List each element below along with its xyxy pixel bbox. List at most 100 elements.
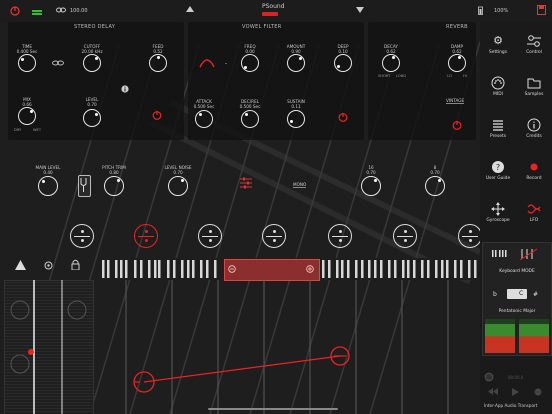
sidebar-item-label: Control bbox=[526, 50, 542, 55]
sidebar-item-label: Gyroscope bbox=[486, 218, 510, 223]
chord-pad[interactable] bbox=[198, 224, 222, 248]
level-value: 0.70 bbox=[87, 102, 97, 107]
sidebar-item-credits[interactable]: Credits bbox=[516, 118, 552, 139]
battery-icon bbox=[478, 6, 483, 15]
sidebar-item-label: User Guide bbox=[485, 176, 511, 181]
sidebar-item-gyroscope[interactable]: Gyroscope bbox=[480, 202, 516, 223]
chord-pad[interactable] bbox=[70, 224, 94, 248]
vintage-button[interactable]: VINTAGE bbox=[446, 98, 465, 104]
deep-knob[interactable] bbox=[334, 54, 352, 72]
sidebar-item-label: Credits bbox=[526, 134, 542, 139]
signal-icon[interactable] bbox=[32, 10, 42, 16]
string-zone[interactable] bbox=[96, 280, 480, 414]
sidebar-item-label: Settings bbox=[488, 50, 507, 55]
wave-icon bbox=[527, 204, 541, 214]
time-knob[interactable] bbox=[18, 54, 36, 72]
record-transport-icon[interactable] bbox=[534, 388, 542, 396]
osc8-knob[interactable] bbox=[425, 176, 445, 196]
panel-title: REVERB bbox=[446, 24, 468, 30]
power-icon[interactable] bbox=[338, 112, 348, 122]
pitch-trim-knob[interactable] bbox=[104, 176, 124, 196]
osc16-knob[interactable] bbox=[361, 176, 381, 196]
xy-pad-cursor bbox=[10, 280, 87, 414]
info-icon[interactable] bbox=[121, 85, 129, 93]
link-icon[interactable] bbox=[52, 60, 64, 66]
home-indicator bbox=[208, 408, 338, 410]
decrel-knob[interactable] bbox=[241, 110, 259, 128]
decay-min: SHORT bbox=[378, 74, 391, 78]
sidebar-item-settings[interactable]: ⚙ Settings bbox=[480, 34, 516, 55]
mix-knob[interactable] bbox=[18, 107, 36, 125]
keyboard-icon[interactable] bbox=[491, 249, 511, 259]
noise-knob[interactable] bbox=[168, 176, 188, 196]
play-icon[interactable] bbox=[512, 388, 519, 396]
panel-title: STEREO DELAY bbox=[74, 24, 116, 30]
freq-knob[interactable] bbox=[241, 54, 259, 72]
pitch-bend-icon[interactable] bbox=[519, 247, 539, 261]
level-knob[interactable] bbox=[83, 109, 101, 127]
link-icon[interactable] bbox=[56, 7, 66, 13]
sidebar-item-midi[interactable]: MIDI bbox=[480, 76, 516, 97]
toggle-icon[interactable] bbox=[10, 6, 20, 16]
sidebar-item-record[interactable]: Record bbox=[516, 160, 552, 181]
flat-button[interactable]: b bbox=[493, 291, 497, 298]
power-icon[interactable] bbox=[452, 120, 462, 130]
triangle-icon[interactable] bbox=[15, 260, 26, 270]
range-minus-icon[interactable] bbox=[228, 265, 236, 273]
main-level-value: 0.40 bbox=[43, 170, 53, 175]
damp-max: HI bbox=[463, 74, 467, 78]
power-icon[interactable] bbox=[152, 110, 162, 120]
app-title: PSound bbox=[262, 3, 285, 10]
top-bar: 100.00 PSound 100% bbox=[0, 0, 552, 23]
glide-line bbox=[143, 355, 341, 383]
amount-knob[interactable] bbox=[287, 54, 305, 72]
damp-knob[interactable] bbox=[448, 54, 466, 72]
sharp-button[interactable]: # bbox=[533, 291, 538, 298]
mixer-icon[interactable] bbox=[240, 177, 252, 189]
decrel-value: 0.500 Sec bbox=[239, 104, 261, 109]
cutoff-knob[interactable] bbox=[83, 54, 101, 72]
filter-dash: - bbox=[225, 60, 228, 67]
sidebar-item-label: Record bbox=[526, 176, 542, 181]
feed-knob[interactable] bbox=[149, 54, 167, 72]
mono-button[interactable]: MONO bbox=[293, 182, 307, 188]
level-meter-right bbox=[519, 319, 549, 353]
root-note-selector[interactable] bbox=[507, 289, 527, 299]
chord-pad[interactable] bbox=[328, 224, 352, 248]
attack-knob[interactable] bbox=[195, 110, 213, 128]
sustain-knob[interactable] bbox=[287, 110, 305, 128]
range-plus-icon[interactable] bbox=[306, 265, 314, 273]
record-icon bbox=[530, 163, 538, 171]
svg-text:?: ? bbox=[496, 163, 500, 172]
sidebar-item-label: MIDI bbox=[493, 92, 503, 97]
arrow-up-icon[interactable] bbox=[186, 6, 194, 12]
tuning-fork-icon bbox=[80, 178, 87, 192]
sidebar-item-control[interactable]: Control bbox=[516, 34, 552, 55]
gear-icon: ⚙ bbox=[493, 34, 503, 47]
keyboard-mode-title: Keyboard MODE bbox=[499, 269, 535, 274]
save-icon[interactable] bbox=[537, 5, 546, 15]
sliders-icon bbox=[527, 35, 541, 47]
target-icon[interactable] bbox=[44, 261, 53, 270]
chord-pad-active[interactable] bbox=[134, 224, 158, 248]
main-level-knob[interactable] bbox=[38, 176, 58, 196]
sidebar-item-lfo[interactable]: LFO bbox=[516, 202, 552, 223]
vowel-filter-panel: VOWEL FILTER bbox=[188, 22, 364, 140]
vowel-selector-icon[interactable] bbox=[198, 55, 216, 69]
osc16-value: 0.70 bbox=[366, 170, 376, 175]
decay-knob[interactable] bbox=[382, 54, 400, 72]
synth-panel: STEREO DELAY VOWEL FILTER REVERB TIME 0.… bbox=[0, 22, 480, 414]
keyboard-mode-panel: Keyboard MODE b C # Pentatonic Major bbox=[482, 242, 552, 356]
chord-pad[interactable] bbox=[262, 224, 286, 248]
scale-name[interactable]: Pentatonic Major bbox=[483, 309, 551, 314]
arrow-down-icon[interactable] bbox=[356, 7, 364, 13]
rewind-icon[interactable] bbox=[488, 388, 498, 395]
chord-pad[interactable] bbox=[393, 224, 417, 248]
sidebar-item-user-guide[interactable]: ? User Guide bbox=[480, 160, 516, 181]
chord-pad[interactable] bbox=[458, 224, 480, 248]
lock-icon[interactable] bbox=[71, 259, 80, 270]
midi-icon bbox=[491, 76, 505, 90]
sidebar-item-samples[interactable]: Samples bbox=[516, 76, 552, 97]
osc8-value: 0.70 bbox=[430, 170, 440, 175]
sidebar-item-presets[interactable]: Presets bbox=[480, 118, 516, 139]
